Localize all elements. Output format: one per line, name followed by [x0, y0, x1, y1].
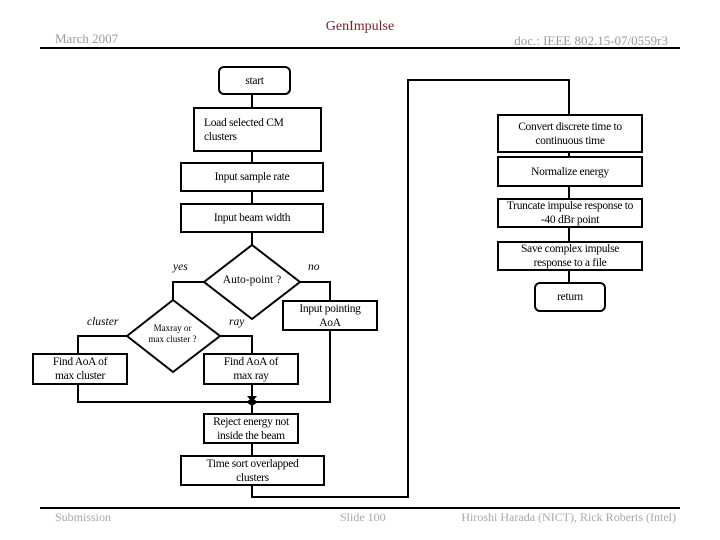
no-label: no: [308, 261, 320, 273]
connector-cluster: [77, 335, 127, 353]
reject-energy-step: Reject energy not inside the beam: [203, 413, 299, 444]
footer-submission: Submission: [55, 510, 112, 524]
save-file-step: Save complex impulse response to a file: [497, 241, 643, 271]
max-decision-label-line2: max cluster ?: [148, 334, 197, 344]
start-terminal: start: [218, 66, 291, 95]
normalize-energy-step: Normalize energy: [497, 156, 643, 187]
connector-no: [300, 281, 331, 300]
ray-label: ray: [229, 316, 245, 328]
time-sort-step: Time sort overlapped clusters: [180, 455, 325, 486]
connector-ray: [220, 335, 253, 353]
load-clusters-step: Load selected CM clusters: [193, 107, 322, 152]
input-sample-rate-step: Input sample rate: [180, 162, 324, 192]
find-aoa-cluster-step: Find AoA of max cluster: [32, 353, 128, 385]
junction-arrow-icon: [252, 398, 258, 406]
footer-rule: [40, 507, 680, 509]
input-pointing-step: Input pointing AoA: [282, 300, 378, 331]
connector-yes: [172, 281, 204, 300]
footer-slide-number: Slide 100: [340, 510, 386, 524]
return-terminal: return: [534, 282, 606, 312]
input-beam-width-step: Input beam width: [180, 203, 324, 233]
find-aoa-ray-step: Find AoA of max ray: [203, 353, 299, 385]
convert-time-step: Convert discrete time to continuous time: [497, 114, 643, 153]
auto-point-label: Auto-point ?: [222, 274, 282, 286]
truncate-step: Truncate impulse response to -40 dBr poi…: [497, 198, 643, 228]
footer-authors: Hiroshi Harada (NICT), Rick Roberts (Int…: [461, 510, 676, 524]
junction-arrow-icon: [246, 398, 252, 406]
cluster-label: cluster: [87, 316, 119, 328]
yes-label: yes: [173, 261, 188, 273]
